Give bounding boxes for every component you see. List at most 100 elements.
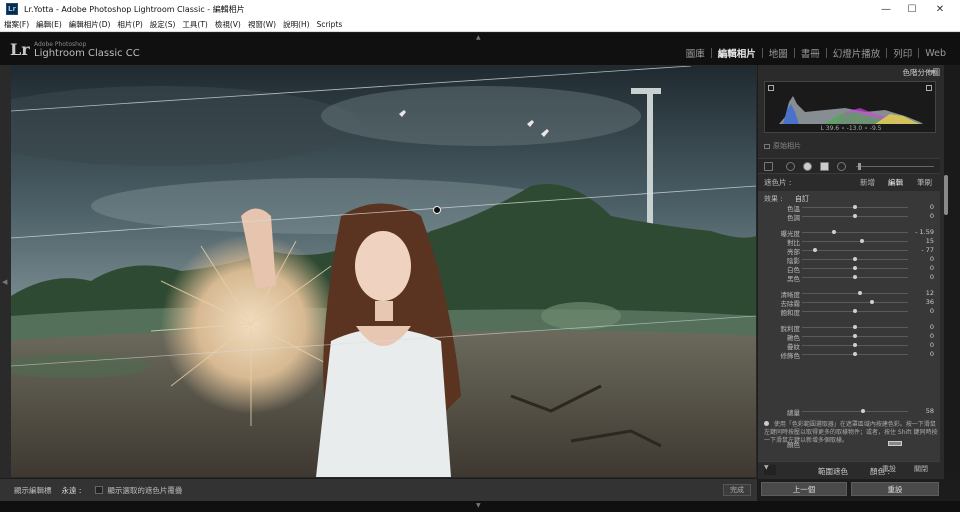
slider-knob[interactable] <box>853 343 857 347</box>
slider-knob[interactable] <box>869 300 874 304</box>
menu-view[interactable]: 檢視(V) <box>215 19 241 30</box>
adjustment-slider-row[interactable]: 黑色 0 <box>758 273 940 283</box>
spot-removal-tool-icon[interactable] <box>786 162 795 171</box>
slider-knob[interactable] <box>853 352 857 356</box>
slider-knob[interactable] <box>831 230 836 234</box>
menu-tools[interactable]: 工具(T) <box>182 19 207 30</box>
slider-value[interactable]: 0 <box>910 273 934 281</box>
reset-button[interactable]: 重設 <box>851 482 939 496</box>
module-develop[interactable]: 編輯相片 <box>712 46 762 60</box>
slider-value[interactable]: 12 <box>910 289 934 297</box>
slider-track[interactable] <box>802 241 908 242</box>
tool-size-handle[interactable] <box>858 163 861 170</box>
menu-photo[interactable]: 相片(P) <box>117 19 142 30</box>
adjustment-slider-row[interactable]: 銳利度 0 <box>758 323 940 333</box>
menu-window[interactable]: 視窗(W) <box>248 19 276 30</box>
crop-tool-icon[interactable] <box>764 162 773 171</box>
adjustment-slider-row[interactable]: 色溫 0 <box>758 203 940 213</box>
minimize-button[interactable]: — <box>872 0 900 18</box>
photo-preview[interactable] <box>11 66 756 477</box>
menu-edit[interactable]: 編輯(E) <box>36 19 62 30</box>
adjustment-slider-row[interactable]: 色調 0 <box>758 212 940 222</box>
module-book[interactable]: 書冊 <box>795 46 826 60</box>
slider-value[interactable]: 0 <box>910 307 934 315</box>
menu-help[interactable]: 說明(H) <box>283 19 310 30</box>
right-panel-scrollbar[interactable] <box>944 175 948 215</box>
module-map[interactable]: 地圖 <box>763 46 794 60</box>
adjustment-slider-row[interactable]: 清晰度 12 <box>758 289 940 299</box>
menu-scripts[interactable]: Scripts <box>317 20 343 29</box>
menu-file[interactable]: 檔案(F) <box>4 19 29 30</box>
adjustment-slider-row[interactable]: 去除霧 36 <box>758 298 940 308</box>
effect-preset-select[interactable]: 自訂 <box>795 195 809 203</box>
module-slideshow[interactable]: 幻燈片播放 <box>827 46 887 60</box>
panel-reset-button[interactable]: 重設 <box>882 464 896 474</box>
slider-knob[interactable] <box>858 291 863 295</box>
slider-value[interactable]: 0 <box>910 203 934 211</box>
show-edit-pins-select[interactable]: 永遠 : <box>62 485 82 496</box>
previous-button[interactable]: 上一個 <box>761 482 847 496</box>
redeye-tool-icon[interactable] <box>803 162 812 171</box>
adjustment-slider-row[interactable]: 雜色 0 <box>758 332 940 342</box>
graduated-filter-tool-icon[interactable] <box>820 162 829 171</box>
menu-settings[interactable]: 設定(S) <box>150 19 176 30</box>
module-print[interactable]: 列印 <box>887 46 918 60</box>
module-library[interactable]: 圖庫 <box>680 46 711 60</box>
module-web[interactable]: Web <box>919 48 952 59</box>
adjustment-slider-row[interactable]: 飽和度 0 <box>758 307 940 317</box>
slider-knob[interactable] <box>853 266 857 270</box>
mask-edit-button[interactable]: 編輯 <box>888 177 903 188</box>
histogram[interactable]: L 39.6 ∘ -13.0 ∘ -9.5 <box>764 81 936 133</box>
slider-value[interactable]: 0 <box>910 341 934 349</box>
top-panel-toggle-icon[interactable]: ▲ <box>476 34 481 41</box>
slider-knob[interactable] <box>853 205 857 209</box>
slider-value[interactable]: 0 <box>910 332 934 340</box>
slider-knob[interactable] <box>853 325 857 329</box>
mask-new-button[interactable]: 新增 <box>860 177 875 188</box>
slider-knob[interactable] <box>853 275 857 279</box>
slider-knob[interactable] <box>860 239 865 243</box>
done-button[interactable]: 完成 <box>723 484 751 496</box>
adjustment-slider-row[interactable]: 亮部 - 77 <box>758 246 940 256</box>
slider-value[interactable]: 0 <box>910 255 934 263</box>
histogram-collapse-icon[interactable]: ▼ <box>931 69 936 76</box>
slider-value[interactable]: 0 <box>910 350 934 358</box>
slider-track[interactable] <box>802 250 908 251</box>
adjustment-slider-row[interactable]: 白色 0 <box>758 264 940 274</box>
amount-knob[interactable] <box>861 409 866 413</box>
filmstrip-toggle-icon[interactable]: ▼ <box>476 502 481 509</box>
adjustment-slider-row[interactable]: 疊紋 0 <box>758 341 940 351</box>
slider-value[interactable]: 0 <box>910 323 934 331</box>
mask-brush-button[interactable]: 筆刷 <box>917 177 932 188</box>
slider-knob[interactable] <box>853 214 857 218</box>
close-button[interactable]: ✕ <box>926 0 954 18</box>
original-photo-toggle[interactable]: 原始相片 <box>764 141 801 151</box>
slider-track[interactable] <box>802 293 908 294</box>
slider-knob[interactable] <box>853 257 857 261</box>
radial-filter-tool-icon[interactable] <box>837 162 846 171</box>
overlay-checkbox[interactable] <box>95 486 104 494</box>
slider-knob[interactable] <box>853 334 857 338</box>
slider-value[interactable]: 0 <box>910 264 934 272</box>
panel-close-button[interactable]: 關閉 <box>914 464 928 474</box>
amount-slider-row[interactable]: 總量 58 <box>758 407 940 417</box>
slider-track[interactable] <box>802 302 908 303</box>
adjustment-slider-row[interactable]: 陰影 0 <box>758 255 940 265</box>
slider-value[interactable]: 36 <box>910 298 934 306</box>
slider-value[interactable]: 15 <box>910 237 934 245</box>
adjustment-slider-row[interactable]: 修飾色 0 <box>758 350 940 360</box>
amount-value[interactable]: 58 <box>910 407 934 415</box>
adjustment-slider-row[interactable]: 曝光度 - 1.59 <box>758 228 940 238</box>
slider-value[interactable]: - 1.59 <box>910 228 934 236</box>
left-panel-toggle-icon[interactable]: ◀ <box>2 278 7 286</box>
slider-knob[interactable] <box>853 309 857 313</box>
adjustment-slider-row[interactable]: 對比 15 <box>758 237 940 247</box>
slider-knob[interactable] <box>812 248 817 252</box>
slider-track[interactable] <box>802 232 908 233</box>
tool-size-slider[interactable] <box>856 166 934 167</box>
slider-value[interactable]: - 77 <box>910 246 934 254</box>
maximize-button[interactable]: ☐ <box>898 0 926 18</box>
panel-collapse-icon[interactable]: ▼ <box>764 464 769 471</box>
amount-track[interactable] <box>802 411 908 412</box>
menu-develop[interactable]: 編輯相片(D) <box>69 19 111 30</box>
